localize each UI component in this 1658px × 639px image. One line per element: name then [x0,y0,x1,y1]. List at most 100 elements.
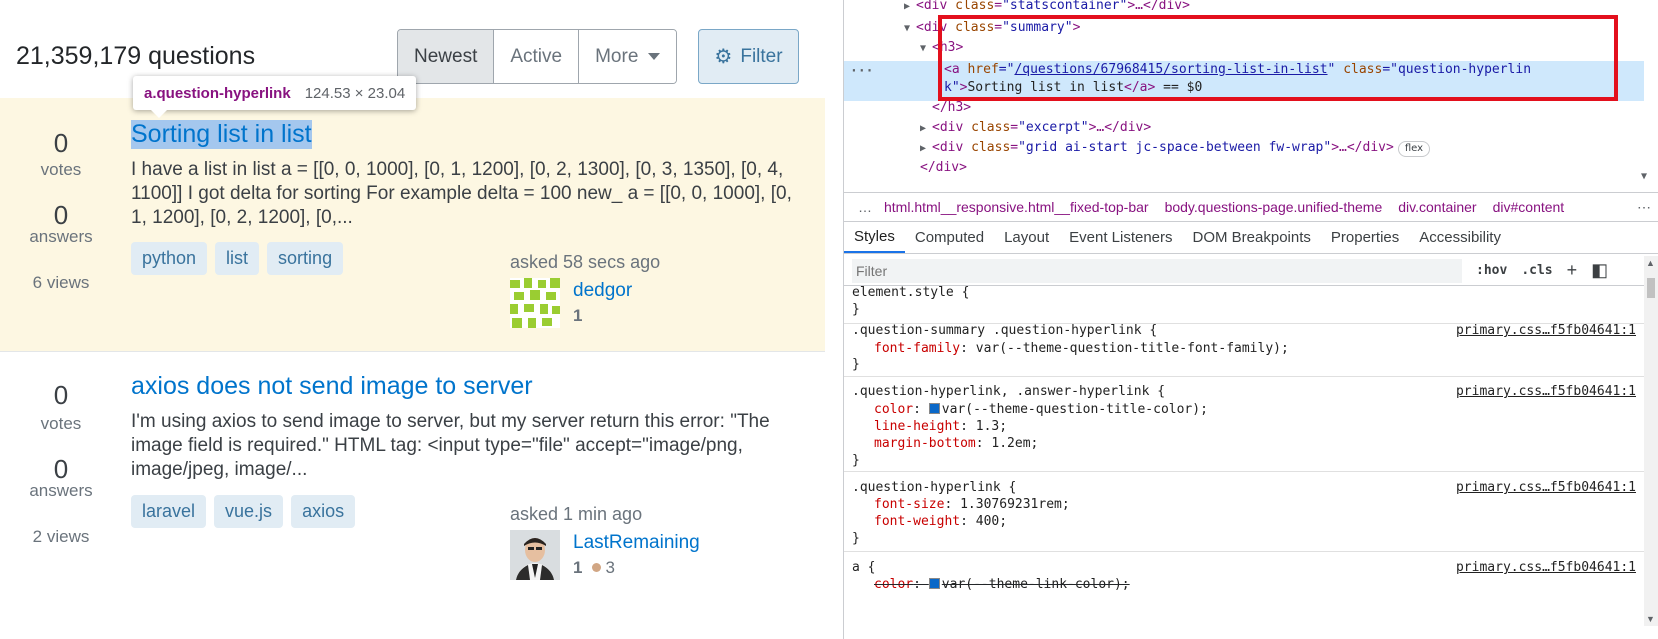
tag-close: >…</div> [1088,120,1152,135]
rule-source-link[interactable]: primary.css…f5fb04641:1 [1456,322,1636,340]
dom-node-summary[interactable]: ▼ <div class="summary"> [904,18,1080,38]
tag-laravel[interactable]: laravel [131,495,207,528]
dom-node-h3-close[interactable]: </h3> [932,98,971,118]
color-swatch-icon[interactable] [928,578,940,589]
style-rule: a { primary.css…f5fb04641:1 color: var(-… [844,552,1644,612]
tag-open: <a [944,62,968,77]
tag-vuejs[interactable]: vue.js [214,495,284,528]
tag-open: <div [932,140,972,155]
tab-computed[interactable]: Computed [905,222,994,253]
dom-node-h3[interactable]: ▼ <h3> [920,38,963,58]
collapse-arrow-icon[interactable]: ▼ [904,19,916,39]
rule-close: } [852,531,860,546]
node-actions-icon[interactable]: ··· [850,64,873,79]
tab-event-listeners[interactable]: Event Listeners [1059,222,1182,253]
breadcrumb-html[interactable]: html.html__responsive.html__fixed-top-ba… [884,199,1149,215]
css-property[interactable]: line-height: 1.3; [874,418,1007,436]
user-link[interactable]: dedgor [573,280,632,302]
tag-sorting[interactable]: sorting [267,242,344,275]
scroll-down-icon[interactable]: ▼ [1641,171,1647,182]
caret-down-icon [648,53,661,60]
css-property[interactable]: color: var(--theme-question-title-color)… [874,401,1208,419]
collapse-arrow-icon[interactable]: ▼ [920,39,932,59]
rule-source-link[interactable]: primary.css…f5fb04641:1 [1456,383,1636,401]
votes-label: votes [40,414,82,433]
breadcrumb-body[interactable]: body.questions-page.unified-theme [1165,199,1383,215]
cls-toggle[interactable]: .cls [1521,263,1552,278]
expand-arrow-icon[interactable]: ▶ [904,0,916,17]
filter-label: Filter [740,45,783,67]
expand-arrow-icon[interactable]: ▶ [920,139,932,159]
filter-button[interactable]: ⚙ Filter [698,29,799,84]
breadcrumb-content[interactable]: div#content [1493,199,1565,215]
dom-node-statscontainer[interactable]: ▶ <div class="statscontainer">…</div> [904,0,1190,16]
color-swatch-icon[interactable] [928,403,940,414]
breadcrumb-overflow-icon[interactable]: … [858,199,872,215]
rule-source-link[interactable]: primary.css…f5fb04641:1 [1456,559,1636,577]
breadcrumb-container[interactable]: div.container [1398,199,1476,215]
hov-toggle[interactable]: :hov [1476,263,1507,278]
dom-node-excerpt[interactable]: ▶ <div class="excerpt">…</div> [920,118,1151,138]
attr-name: class [955,0,995,13]
dom-node-anchor[interactable]: <a href="/questions/67968415/sorting-lis… [944,60,1531,80]
scrollbar-thumb[interactable] [1647,278,1655,298]
stackoverflow-page: 21,359,179 questions Newest Active More … [0,0,825,639]
attr-name: class [955,20,995,35]
flex-badge[interactable]: flex [1397,141,1431,157]
sort-tabs: Newest Active More [397,29,678,84]
css-property[interactable]: font-size: 1.30769231rem; [874,496,1070,514]
prop-value: 400; [975,514,1008,529]
tag-axios[interactable]: axios [291,495,356,528]
tab-layout[interactable]: Layout [994,222,1059,253]
avatar[interactable] [510,278,560,328]
dom-node-anchor-cont[interactable]: k">Sorting list in list</a> == $0 [944,78,1202,98]
tab-dom-breakpoints[interactable]: DOM Breakpoints [1183,222,1321,253]
tab-styles[interactable]: Styles [844,222,905,253]
sort-more-button[interactable]: More [578,30,677,83]
toggle-sidebar-icon[interactable]: ◧ [1591,260,1608,281]
question-excerpt: I have a list in list a = [[0, 0, 1000],… [131,159,792,228]
style-rule: .question-hyperlink, .answer-hyperlink {… [844,377,1644,472]
scroll-up-icon[interactable]: ▲ [1646,258,1655,268]
tab-properties[interactable]: Properties [1321,222,1409,253]
tag-end: </h3> [932,100,972,115]
tag-open: <div [916,20,956,35]
prop-name: line-height [874,419,961,434]
prop-value: 1.3; [975,419,1008,434]
style-rule: .question-summary .question-hyperlink { … [844,322,1644,377]
css-property[interactable]: font-weight: 400; [874,513,1007,531]
attr-quote: =" [998,62,1015,77]
rule-selector[interactable]: .question-summary .question-hyperlink { [852,322,1157,340]
dom-node-div-close[interactable]: </div> [920,158,967,178]
question-title-link[interactable]: Sorting list in list [131,120,312,149]
tag-list: laravel vue.js axios [131,495,356,528]
href-link[interactable]: /questions/67968415/sorting-list-in-list [1014,62,1327,77]
avatar[interactable] [510,530,560,580]
scroll-down-icon[interactable]: ▼ [1646,614,1655,624]
more-icon[interactable]: ⋯ [1637,199,1651,216]
sort-active-button[interactable]: Active [493,30,579,83]
user-link[interactable]: LastRemaining [573,532,700,554]
attr-value: k" [944,80,960,95]
rule-selector[interactable]: a { [852,559,875,577]
css-property[interactable]: font-family: var(--theme-question-title-… [874,340,1289,358]
question-title-link[interactable]: axios does not send image to server [131,372,533,401]
new-rule-button[interactable]: + [1567,260,1578,281]
question-summary: 0 votes 0 answers 6 views Sorting list i… [0,98,825,352]
rule-selector[interactable]: .question-hyperlink, .answer-hyperlink { [852,383,1165,401]
rule-selector[interactable]: element.style { [852,284,969,302]
prop-name: color [874,577,914,592]
styles-scrollbar[interactable]: ▲ ▼ [1644,256,1658,626]
styles-filter-input[interactable] [852,258,1462,283]
expand-arrow-icon[interactable]: ▶ [920,119,932,139]
css-property-overridden[interactable]: color: var(--theme-link-color); [874,576,1130,594]
tag-python[interactable]: python [131,242,208,275]
rule-source-link[interactable]: primary.css…f5fb04641:1 [1456,479,1636,497]
dom-node-grid[interactable]: ▶ <div class="grid ai-start jc-space-betw… [920,138,1431,159]
tag-list[interactable]: list [215,242,260,275]
rule-selector[interactable]: .question-hyperlink { [852,479,1016,497]
style-rule: element.style { } [844,285,1644,324]
css-property[interactable]: margin-bottom: 1.2em; [874,435,1038,453]
tab-accessibility[interactable]: Accessibility [1409,222,1511,253]
prop-value: 1.30769231rem; [960,497,1070,512]
